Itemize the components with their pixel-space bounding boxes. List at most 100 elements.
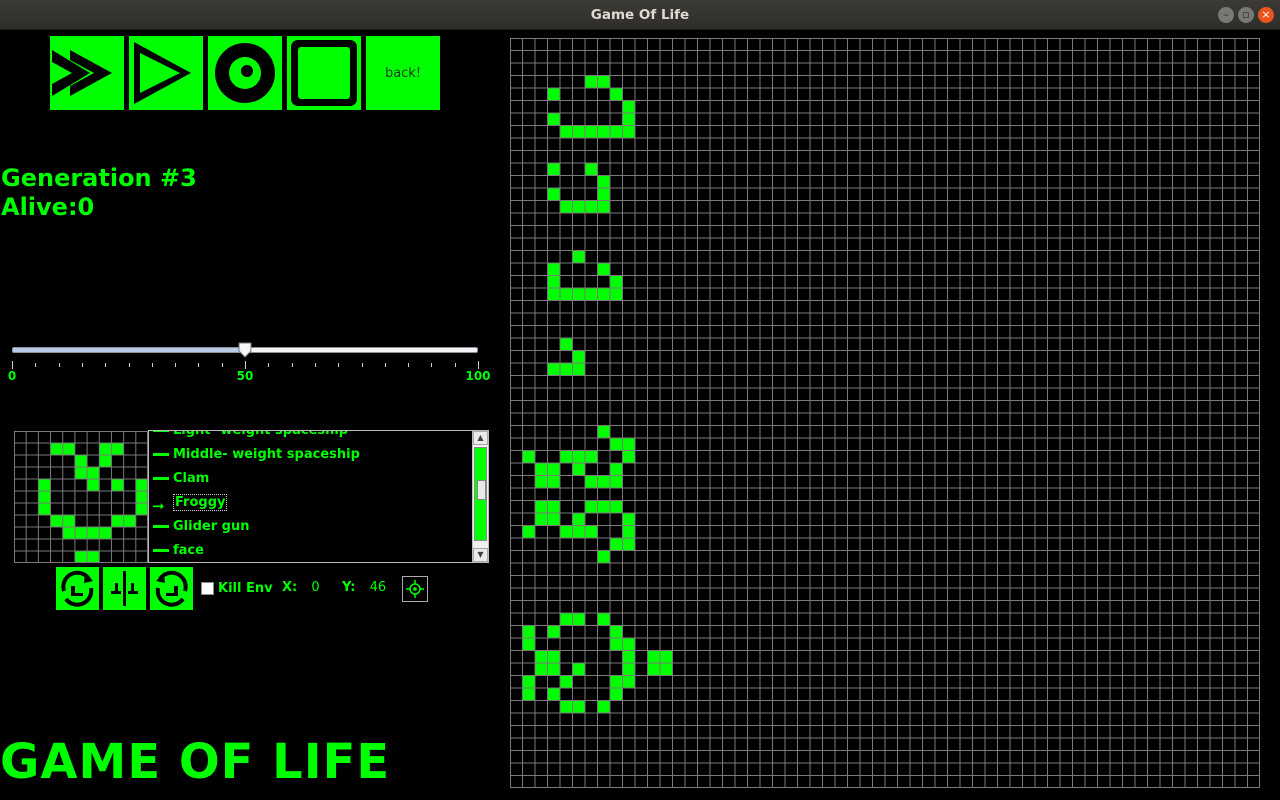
center-button[interactable] (402, 576, 428, 602)
live-cell (597, 188, 610, 201)
live-cell (535, 513, 548, 526)
live-cell (647, 650, 660, 663)
alive-count: Alive:0 (1, 193, 95, 221)
live-cell (585, 125, 598, 138)
live-cell (522, 525, 535, 538)
live-cell (547, 263, 560, 276)
maximize-icon[interactable]: ▫ (1238, 7, 1254, 23)
live-cell (622, 638, 635, 651)
preview-cell (135, 491, 148, 503)
scroll-up-icon[interactable]: ▲ (473, 431, 488, 445)
list-item[interactable]: Light- weight spaceship (149, 431, 471, 443)
rotate-left-button[interactable] (56, 567, 99, 610)
slider-thumb[interactable] (238, 342, 252, 358)
preview-cell (111, 515, 124, 527)
preview-cell (38, 503, 51, 515)
list-item[interactable]: face (149, 539, 471, 562)
live-cell (660, 663, 673, 676)
live-cell (547, 663, 560, 676)
slider-tick (221, 363, 223, 367)
preview-cell (74, 527, 88, 539)
fast-forward-button[interactable] (50, 36, 124, 110)
preview-cell (87, 467, 100, 479)
live-cell (622, 513, 635, 526)
live-cell (547, 463, 560, 476)
stop-icon (291, 40, 357, 106)
flip-icon (111, 571, 138, 606)
slider-tick (198, 363, 200, 367)
live-cell (610, 675, 623, 688)
stop-button[interactable] (287, 36, 361, 110)
list-item[interactable]: Middle- weight spaceship (149, 443, 471, 467)
pattern-preview (14, 431, 148, 563)
live-cell (585, 475, 598, 488)
live-cell (572, 663, 585, 676)
live-cell (597, 500, 610, 513)
live-cell (547, 88, 560, 101)
live-cell (597, 475, 610, 488)
live-cell (610, 463, 623, 476)
live-cell (622, 438, 635, 451)
minimize-icon[interactable]: – (1218, 7, 1234, 23)
preview-cell (50, 515, 63, 527)
live-cell (522, 688, 535, 701)
live-cell (597, 613, 610, 626)
rotate-left-icon (61, 570, 94, 607)
preview-cell (111, 479, 124, 491)
back-button[interactable]: back! (366, 36, 440, 110)
list-scrollbar[interactable]: ▲ ▼ (472, 431, 488, 562)
live-cell (622, 538, 635, 551)
grid-lines (14, 431, 148, 563)
play-button[interactable] (129, 36, 203, 110)
close-icon[interactable]: × (1258, 7, 1274, 23)
game-board[interactable] (510, 38, 1261, 789)
scrollbar-thumb[interactable] (474, 447, 487, 541)
reset-button[interactable] (208, 36, 282, 110)
list-item-selected[interactable]: ➞ Froggy (149, 491, 471, 515)
kill-env-checkbox[interactable]: Kill Env (201, 580, 273, 596)
pattern-list[interactable]: Light- weight spaceship Middle- weight s… (148, 430, 489, 563)
live-cell (585, 200, 598, 213)
x-label: X: (282, 580, 298, 595)
kill-env-label: Kill Env (218, 580, 273, 596)
checkbox-box[interactable] (201, 581, 214, 595)
preview-cell (74, 467, 88, 479)
slider-tick (314, 363, 316, 367)
list-item[interactable]: Glider gun (149, 515, 471, 539)
live-cell (572, 350, 585, 363)
speed-slider[interactable]: 0 50 100 (8, 340, 491, 390)
rotate-right-icon (155, 570, 188, 607)
flip-button[interactable] (103, 567, 146, 610)
live-cell (622, 675, 635, 688)
preview-cell (111, 443, 124, 455)
live-cell (585, 75, 598, 88)
list-item[interactable]: Clam (149, 467, 471, 491)
slider-tick (408, 363, 410, 367)
live-cell (560, 125, 573, 138)
preview-cell (50, 443, 63, 455)
live-cell (522, 675, 535, 688)
preview-cell (74, 455, 88, 467)
x-coordinate: X: 0 (282, 580, 320, 595)
live-cell (522, 638, 535, 651)
live-cell (622, 650, 635, 663)
live-cell (572, 525, 585, 538)
window-titlebar: Game Of Life – ▫ × (0, 0, 1280, 30)
live-cell (610, 500, 623, 513)
slider-tick (478, 361, 479, 369)
live-cell (547, 688, 560, 701)
slider-min-label: 0 (7, 369, 17, 383)
slider-tick (454, 363, 456, 367)
live-cell (560, 675, 573, 688)
rotate-right-button[interactable] (150, 567, 193, 610)
live-cell (572, 200, 585, 213)
y-value: 46 (369, 580, 387, 595)
preview-cell (87, 551, 100, 563)
live-cell (572, 450, 585, 463)
slider-tick (384, 363, 386, 367)
dash-icon (153, 431, 169, 432)
live-cell (560, 525, 573, 538)
y-label: Y: (342, 580, 356, 595)
slider-tick (291, 363, 293, 367)
scroll-down-icon[interactable]: ▼ (473, 548, 488, 562)
